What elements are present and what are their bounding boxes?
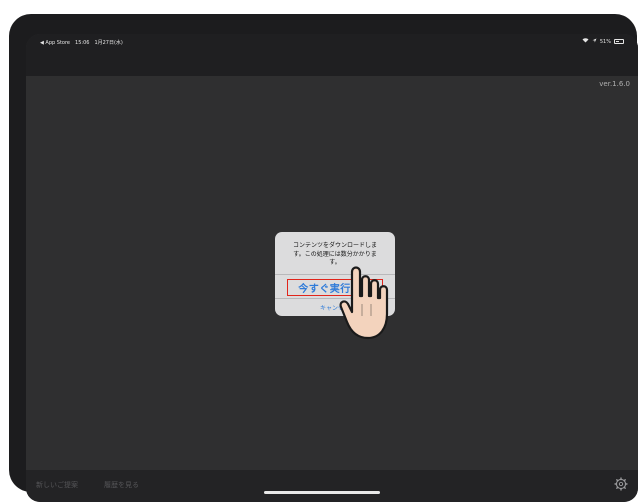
version-label: ver.1.6.0 (599, 80, 630, 88)
status-time: 15:06 (75, 39, 90, 46)
ipad-frame: ◀ App Store 15:06 1月27日(水) 51% ver.1.6.0… (9, 14, 638, 502)
location-icon (592, 38, 597, 45)
battery-icon (614, 39, 624, 44)
navigation-bar (26, 50, 638, 76)
bottom-bar: 新しいご提案 履歴を見る (26, 470, 638, 502)
screen: ◀ App Store 15:06 1月27日(水) 51% ver.1.6.0… (26, 34, 638, 502)
back-to-app-link[interactable]: ◀ App Store (40, 40, 70, 46)
pointing-hand-icon (338, 244, 398, 344)
home-indicator[interactable] (264, 491, 380, 494)
settings-icon[interactable] (614, 476, 628, 491)
wifi-icon (582, 38, 589, 45)
status-date: 1月27日(水) (94, 40, 123, 46)
new-suggestions-tab[interactable]: 新しいご提案 (36, 480, 78, 490)
battery-percent: 51% (599, 38, 611, 45)
history-tab[interactable]: 履歴を見る (104, 480, 139, 490)
status-bar: ◀ App Store 15:06 1月27日(水) 51% (26, 34, 638, 50)
